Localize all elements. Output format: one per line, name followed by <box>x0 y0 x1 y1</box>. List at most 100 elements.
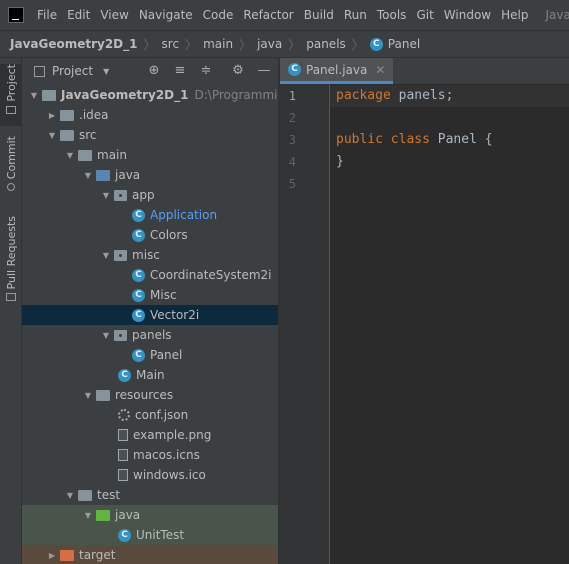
chevron-right-icon[interactable]: ▶ <box>46 551 58 560</box>
tool-commit[interactable]: Commit <box>0 136 22 196</box>
gear-icon[interactable]: ⚙ <box>230 63 246 79</box>
tree-item-app[interactable]: ▼ app <box>22 185 278 205</box>
code-line-1[interactable]: package panels; <box>330 85 569 107</box>
close-icon[interactable]: ✕ <box>375 63 385 77</box>
breadcrumb-project[interactable]: JavaGeometry2D_1 <box>10 37 138 51</box>
menu-window[interactable]: Window <box>444 8 491 22</box>
tree-item-label: example.png <box>133 428 212 442</box>
menu-git[interactable]: Git <box>416 8 433 22</box>
chevron-down-icon[interactable]: ▼ <box>46 131 58 140</box>
tree-item-colors[interactable]: C Colors <box>22 225 278 245</box>
tree-item-label: Main <box>136 368 165 382</box>
tree-item-coordinatesystem2i[interactable]: C CoordinateSystem2i <box>22 265 278 285</box>
json-file-icon <box>118 409 130 421</box>
tree-item-label: panels <box>132 328 172 342</box>
tree-item-misc[interactable]: ▼ misc <box>22 245 278 265</box>
tree-item-label: main <box>97 148 127 162</box>
menu-run[interactable]: Run <box>344 8 367 22</box>
chevron-down-icon[interactable]: ▼ <box>82 391 94 400</box>
tree-item-src[interactable]: ▼ src <box>22 125 278 145</box>
image-file-icon <box>118 469 128 481</box>
line-number: 1 <box>288 89 296 103</box>
tool-project[interactable]: Project <box>0 64 22 126</box>
breadcrumb-src[interactable]: src <box>162 37 180 51</box>
chevron-right-icon: 〉 <box>143 37 156 52</box>
locate-icon[interactable]: ⊕ <box>146 63 162 79</box>
menu-code[interactable]: Code <box>203 8 234 22</box>
class-icon: C <box>132 348 145 362</box>
tree-item-example-png[interactable]: example.png <box>22 425 278 445</box>
breadcrumb-panel[interactable]: Panel <box>388 37 420 51</box>
tree-item-label: Misc <box>150 288 177 302</box>
tree-item-main[interactable]: ▼ main <box>22 145 278 165</box>
tree-item-test[interactable]: ▼ test <box>22 485 278 505</box>
menu-build[interactable]: Build <box>304 8 334 22</box>
minimize-icon[interactable]: — <box>256 63 272 79</box>
chevron-right-icon[interactable]: ▶ <box>46 111 58 120</box>
menu-help[interactable]: Help <box>501 8 528 22</box>
tree-item-macos-icns[interactable]: macos.icns <box>22 445 278 465</box>
code-line-2[interactable] <box>330 107 569 129</box>
chevron-down-icon[interactable]: ▼ <box>100 191 112 200</box>
project-panel-title[interactable]: Project <box>52 64 93 78</box>
breadcrumb-panels[interactable]: panels <box>306 37 346 51</box>
chevron-down-icon[interactable]: ▼ <box>103 67 109 76</box>
menu-tools[interactable]: Tools <box>377 8 407 22</box>
code-line-5[interactable] <box>330 173 569 195</box>
tree-item-label: Colors <box>150 228 188 242</box>
menu-view[interactable]: View <box>100 8 128 22</box>
menu-edit[interactable]: Edit <box>67 8 90 22</box>
test-class-icon: C <box>118 528 131 542</box>
tree-item-root[interactable]: ▼ JavaGeometry2D_1 D:\Programming\J <box>22 85 278 105</box>
tree-item-label: Vector2i <box>150 308 200 322</box>
commit-icon <box>7 183 15 192</box>
tree-item-idea[interactable]: ▶ .idea <box>22 105 278 125</box>
expand-all-icon[interactable]: ≡ <box>172 63 188 79</box>
chevron-right-icon: 〉 <box>351 37 364 52</box>
tree-item-conf-json[interactable]: conf.json <box>22 405 278 425</box>
tree-item-vector2i[interactable]: C Vector2i <box>22 305 278 325</box>
tool-pull-requests-label: Pull Requests <box>4 216 18 290</box>
tree-item-label: java <box>115 508 141 522</box>
chevron-down-icon[interactable]: ▼ <box>100 251 112 260</box>
code-line-3[interactable]: public class Panel { <box>330 129 569 151</box>
keyword-package: package <box>336 88 391 103</box>
menu-navigate[interactable]: Navigate <box>139 8 193 22</box>
code-editor[interactable]: package panels; public class Panel { } <box>330 84 569 564</box>
project-panel-header: Project ▼ ⊕ ≡ ≑ ⚙ — <box>22 58 278 84</box>
tool-pull-requests[interactable]: Pull Requests <box>0 216 22 306</box>
collapse-all-icon[interactable]: ≑ <box>198 63 214 79</box>
menu-file[interactable]: File <box>37 8 57 22</box>
folder-icon <box>60 109 74 121</box>
tree-item-panels[interactable]: ▼ panels <box>22 325 278 345</box>
chevron-down-icon[interactable]: ▼ <box>64 491 76 500</box>
menu-refactor[interactable]: Refactor <box>243 8 293 22</box>
class-name: Panel <box>437 132 477 147</box>
tree-item-panel[interactable]: C Panel <box>22 345 278 365</box>
code-line-4[interactable]: } <box>330 151 569 173</box>
tree-item-misc-class[interactable]: C Misc <box>22 285 278 305</box>
breadcrumb-java[interactable]: java <box>257 37 282 51</box>
chevron-down-icon[interactable]: ▼ <box>100 331 112 340</box>
tree-item-application[interactable]: C Application <box>22 205 278 225</box>
tree-item-unittest[interactable]: C UnitTest <box>22 525 278 545</box>
class-icon: C <box>132 228 145 242</box>
breadcrumb-main[interactable]: main <box>203 37 233 51</box>
chevron-down-icon[interactable]: ▼ <box>28 91 40 100</box>
tree-item-resources[interactable]: ▼ resources <box>22 385 278 405</box>
excluded-folder-icon <box>60 549 74 561</box>
tree-item-java[interactable]: ▼ java <box>22 165 278 185</box>
tree-item-target[interactable]: ▶ target <box>22 545 278 564</box>
tree-item-main-class[interactable]: C Main <box>22 365 278 385</box>
tree-item-label: macos.icns <box>133 448 200 462</box>
chevron-down-icon[interactable]: ▼ <box>82 511 94 520</box>
tree-item-label: misc <box>132 248 160 262</box>
tree-item-windows-ico[interactable]: windows.ico <box>22 465 278 485</box>
chevron-down-icon[interactable]: ▼ <box>82 171 94 180</box>
chevron-right-icon: 〉 <box>288 37 301 52</box>
class-icon: C <box>132 308 145 322</box>
chevron-down-icon[interactable]: ▼ <box>64 151 76 160</box>
line-number: 3 <box>288 133 296 147</box>
tree-item-test-java[interactable]: ▼ java <box>22 505 278 525</box>
tab-panel-java[interactable]: C Panel.java ✕ <box>280 58 394 84</box>
